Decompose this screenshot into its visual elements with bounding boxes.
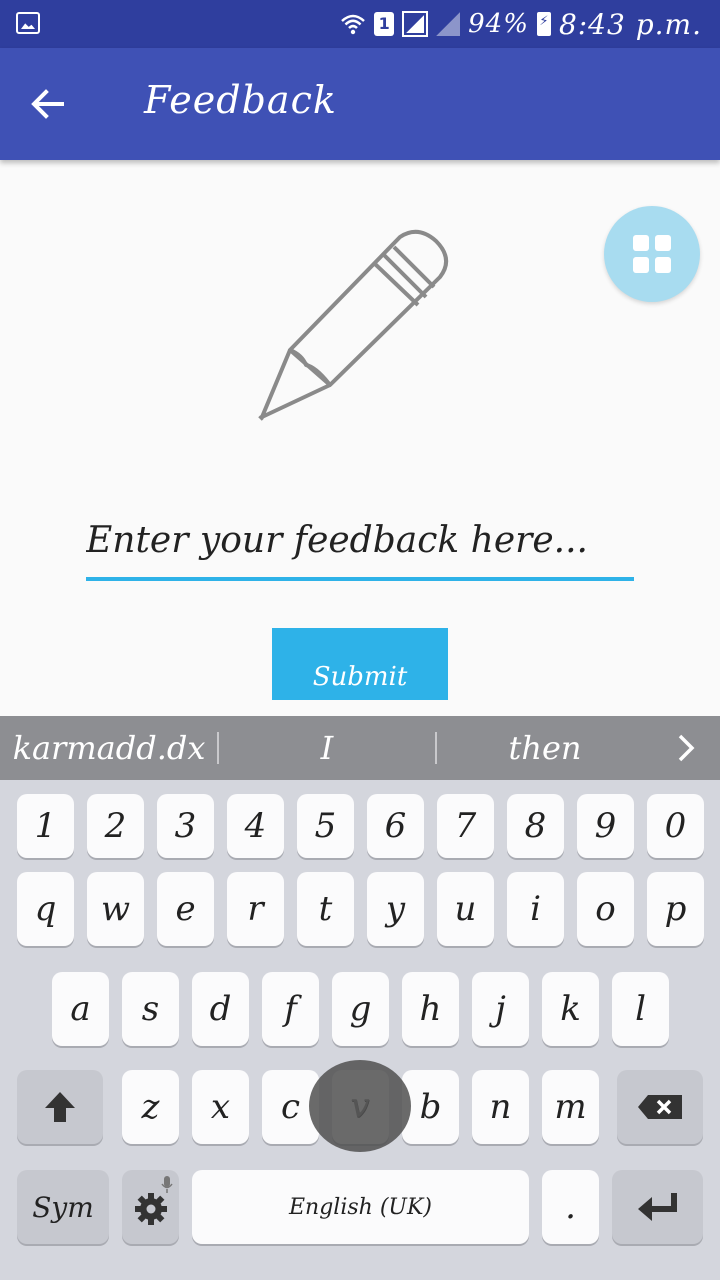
- backspace-key[interactable]: [617, 1070, 703, 1144]
- key-7[interactable]: 7: [437, 794, 494, 858]
- key-3[interactable]: 3: [157, 794, 214, 858]
- key-k[interactable]: k: [542, 972, 599, 1046]
- key-m[interactable]: m: [542, 1070, 599, 1144]
- no-signal-icon: [402, 11, 429, 37]
- key-x[interactable]: x: [192, 1070, 249, 1144]
- feedback-input[interactable]: [86, 505, 634, 575]
- key-6[interactable]: 6: [367, 794, 424, 858]
- key-8[interactable]: 8: [507, 794, 564, 858]
- key-p[interactable]: p: [647, 872, 704, 946]
- wifi-icon: [341, 14, 365, 35]
- key-n[interactable]: n: [472, 1070, 529, 1144]
- input-underline: [86, 577, 634, 581]
- key-h[interactable]: h: [402, 972, 459, 1046]
- chevron-right-icon[interactable]: [662, 724, 710, 772]
- key-r[interactable]: r: [227, 872, 284, 946]
- period-key[interactable]: .: [542, 1170, 599, 1244]
- sim-icon: 1: [374, 12, 395, 36]
- suggestion-1[interactable]: karmadd.dx: [0, 716, 218, 780]
- key-9[interactable]: 9: [577, 794, 634, 858]
- suggestion-3[interactable]: then: [436, 716, 654, 780]
- gallery-icon: [16, 12, 40, 34]
- key-w[interactable]: w: [87, 872, 144, 946]
- key-a[interactable]: a: [52, 972, 109, 1046]
- key-y[interactable]: y: [367, 872, 424, 946]
- key-j[interactable]: j: [472, 972, 529, 1046]
- grid-menu-button[interactable]: [604, 206, 700, 302]
- backspace-icon: [638, 1095, 682, 1119]
- key-2[interactable]: 2: [87, 794, 144, 858]
- app-bar: Feedback: [0, 48, 720, 160]
- battery-percent: 94%: [468, 9, 529, 39]
- back-button[interactable]: [20, 76, 76, 132]
- settings-key[interactable]: [122, 1170, 179, 1244]
- enter-key[interactable]: [612, 1170, 703, 1244]
- key-0[interactable]: 0: [647, 794, 704, 858]
- key-i[interactable]: i: [507, 872, 564, 946]
- key-o[interactable]: o: [577, 872, 634, 946]
- keyboard: 1 2 3 4 5 6 7 8 9 0 q w e r t y u i o p …: [0, 780, 720, 1280]
- key-d[interactable]: d: [192, 972, 249, 1046]
- key-g[interactable]: g: [332, 972, 389, 1046]
- suggestion-2[interactable]: I: [218, 716, 436, 780]
- shift-icon: [45, 1092, 75, 1122]
- key-e[interactable]: e: [157, 872, 214, 946]
- key-s[interactable]: s: [122, 972, 179, 1046]
- keyboard-suggestion-bar: karmadd.dx I then: [0, 716, 720, 780]
- arrow-left-icon: [31, 89, 64, 119]
- key-z[interactable]: z: [122, 1070, 179, 1144]
- key-q[interactable]: q: [17, 872, 74, 946]
- enter-icon: [637, 1193, 677, 1221]
- microphone-icon: [161, 1176, 173, 1193]
- key-press-indicator: v: [309, 1060, 411, 1152]
- key-u[interactable]: u: [437, 872, 494, 946]
- sym-key[interactable]: Sym: [17, 1170, 109, 1244]
- key-4[interactable]: 4: [227, 794, 284, 858]
- key-5[interactable]: 5: [297, 794, 354, 858]
- signal-icon: [436, 12, 461, 36]
- key-t[interactable]: t: [297, 872, 354, 946]
- key-f[interactable]: f: [262, 972, 319, 1046]
- clock: 8:43 p.m.: [558, 7, 702, 41]
- grid-icon: [633, 235, 671, 273]
- status-bar: 1 94% 8:43 p.m.: [0, 0, 720, 48]
- shift-key[interactable]: [17, 1070, 103, 1144]
- page-title: Feedback: [144, 78, 337, 122]
- pencil-icon: [258, 229, 448, 421]
- submit-button[interactable]: Submit: [272, 628, 448, 700]
- battery-charging-icon: [536, 12, 551, 36]
- key-l[interactable]: l: [612, 972, 669, 1046]
- status-icons: 1 94% 8:43 p.m.: [340, 0, 702, 48]
- key-1[interactable]: 1: [17, 794, 74, 858]
- space-key[interactable]: English (UK): [192, 1170, 529, 1244]
